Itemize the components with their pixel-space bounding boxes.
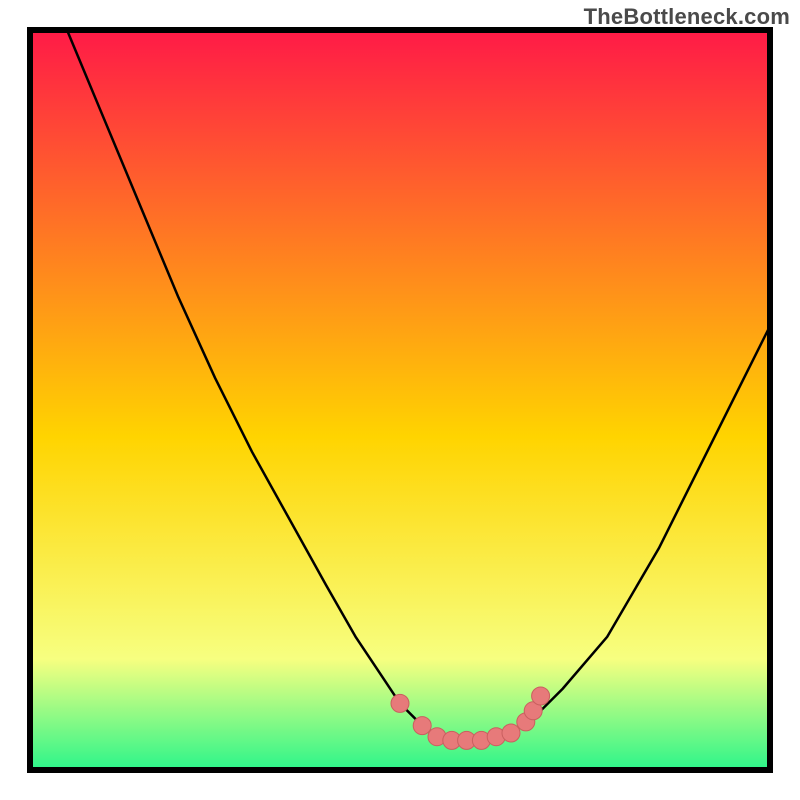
plot-background [30, 30, 770, 770]
curve-marker [502, 724, 520, 742]
watermark-text: TheBottleneck.com [584, 4, 790, 30]
curve-marker [532, 687, 550, 705]
curve-marker [413, 717, 431, 735]
chart-stage: TheBottleneck.com [0, 0, 800, 800]
bottleneck-chart [0, 0, 800, 800]
curve-marker [391, 694, 409, 712]
